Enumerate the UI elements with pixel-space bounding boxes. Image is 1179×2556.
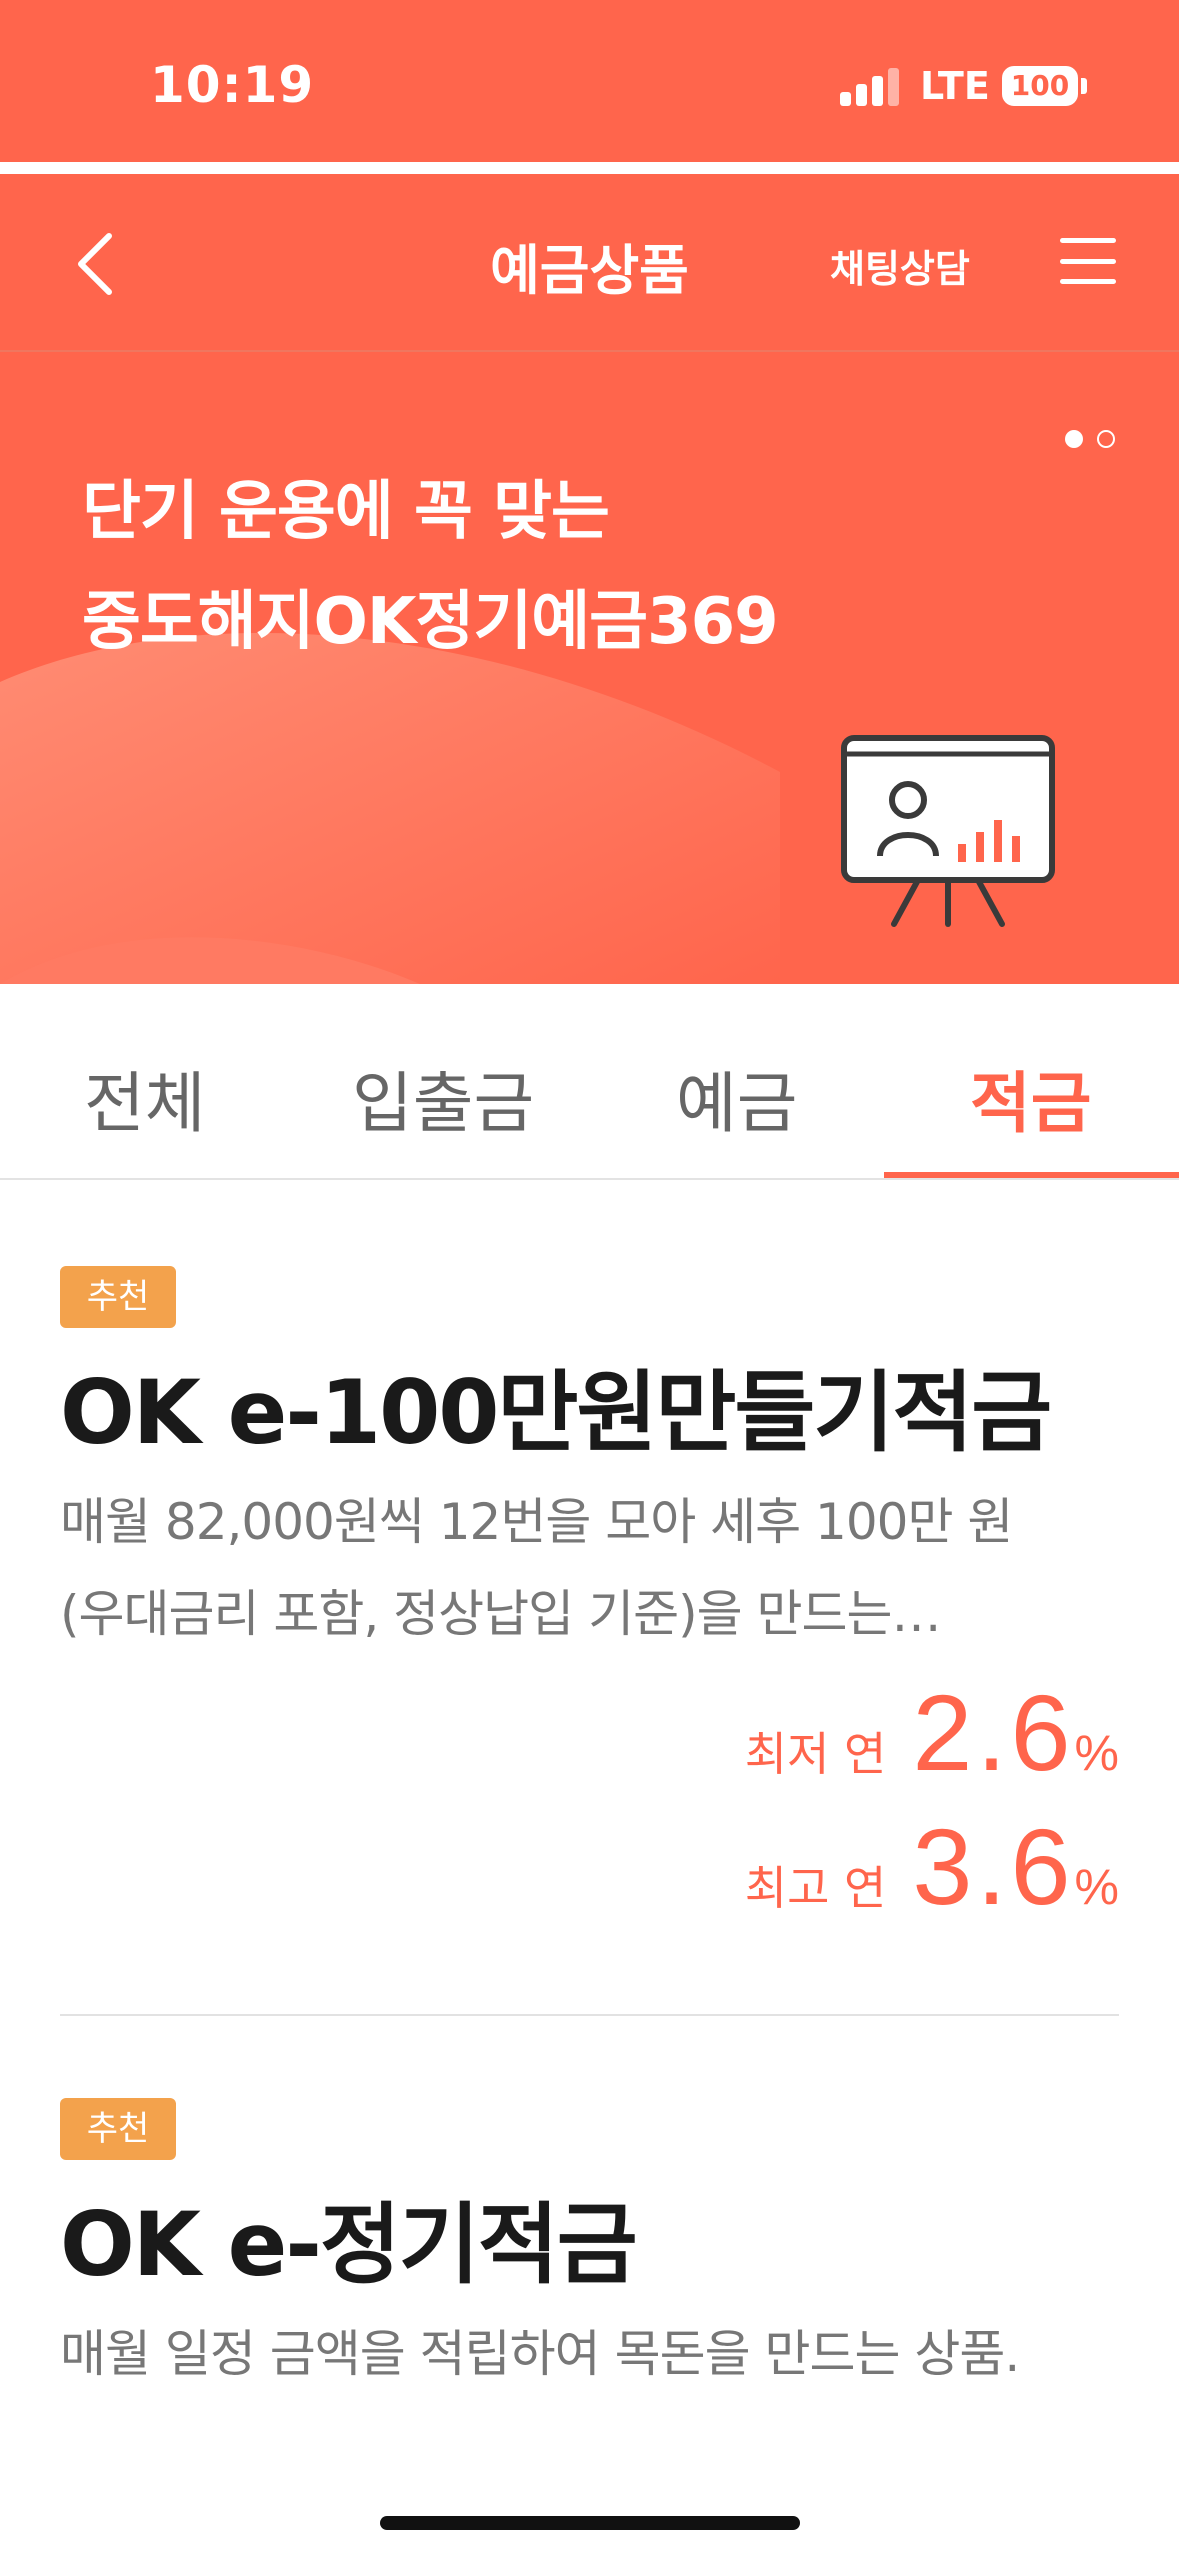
banner-headline-line2: 중도해지OK정기예금369	[82, 585, 779, 659]
menu-icon-bar	[1060, 258, 1116, 264]
pagination-dot[interactable]	[1097, 430, 1115, 448]
max-rate: 최고 연 3.6 %	[745, 1804, 1119, 1929]
min-rate-value: 2.6	[912, 1672, 1075, 1793]
battery-level: 100	[1010, 69, 1070, 102]
page-title: 예금상품	[490, 239, 689, 302]
network-label: LTE	[920, 64, 990, 108]
tab-deposit[interactable]: 예금	[676, 1050, 797, 1146]
category-tabs: 전체 입출금 예금 적금	[0, 984, 1179, 1180]
promo-banner[interactable]: 단기 운용에 꼭 맞는 중도해지OK정기예금369	[0, 352, 1179, 984]
status-bar: 10:19 LTE 100	[0, 0, 1179, 162]
chat-consult-button[interactable]: 채팅상담	[830, 238, 970, 293]
status-divider	[0, 162, 1179, 174]
product-title[interactable]: OK e-100만원만들기적금	[60, 1342, 1052, 1469]
min-rate: 최저 연 2.6 %	[745, 1670, 1119, 1795]
presentation-board-icon	[841, 735, 1055, 927]
banner-headline-line1: 단기 운용에 꼭 맞는	[82, 475, 610, 549]
tab-all[interactable]: 전체	[84, 1050, 205, 1146]
home-indicator	[380, 2516, 800, 2530]
product-desc-line2: (우대금리 포함, 정상납입 기준)을 만드는…	[60, 1585, 941, 1643]
tab-savings[interactable]: 적금	[970, 1050, 1091, 1146]
tab-deposit-withdrawal[interactable]: 입출금	[352, 1050, 534, 1146]
battery-icon: 100	[1002, 66, 1078, 106]
menu-button[interactable]	[1060, 234, 1116, 288]
battery-cap	[1081, 78, 1087, 94]
signal-icon	[840, 66, 900, 106]
max-rate-value: 3.6	[912, 1806, 1075, 1927]
min-rate-unit: %	[1074, 1725, 1119, 1781]
recommend-badge: 추천	[60, 1266, 176, 1328]
list-divider	[60, 2014, 1119, 2016]
max-rate-label: 최고 연	[744, 1861, 887, 1915]
pagination-dot-active[interactable]	[1065, 430, 1083, 448]
menu-icon-bar	[1060, 238, 1116, 243]
nav-bar: 예금상품 채팅상담	[0, 174, 1179, 352]
product-title[interactable]: OK e-정기적금	[60, 2174, 638, 2301]
product-desc-line1: 매월 82,000원씩 12번을 모아 세후 100만 원	[60, 1493, 1013, 1551]
active-tab-indicator	[884, 1172, 1179, 1178]
max-rate-unit: %	[1074, 1859, 1119, 1915]
recommend-badge: 추천	[60, 2098, 176, 2160]
min-rate-label: 최저 연	[744, 1727, 887, 1781]
product-desc-line1: 매월 일정 금액을 적립하여 목돈을 만드는 상품.	[60, 2325, 1020, 2383]
status-time: 10:19	[150, 56, 315, 114]
menu-icon-bar	[1060, 279, 1116, 284]
